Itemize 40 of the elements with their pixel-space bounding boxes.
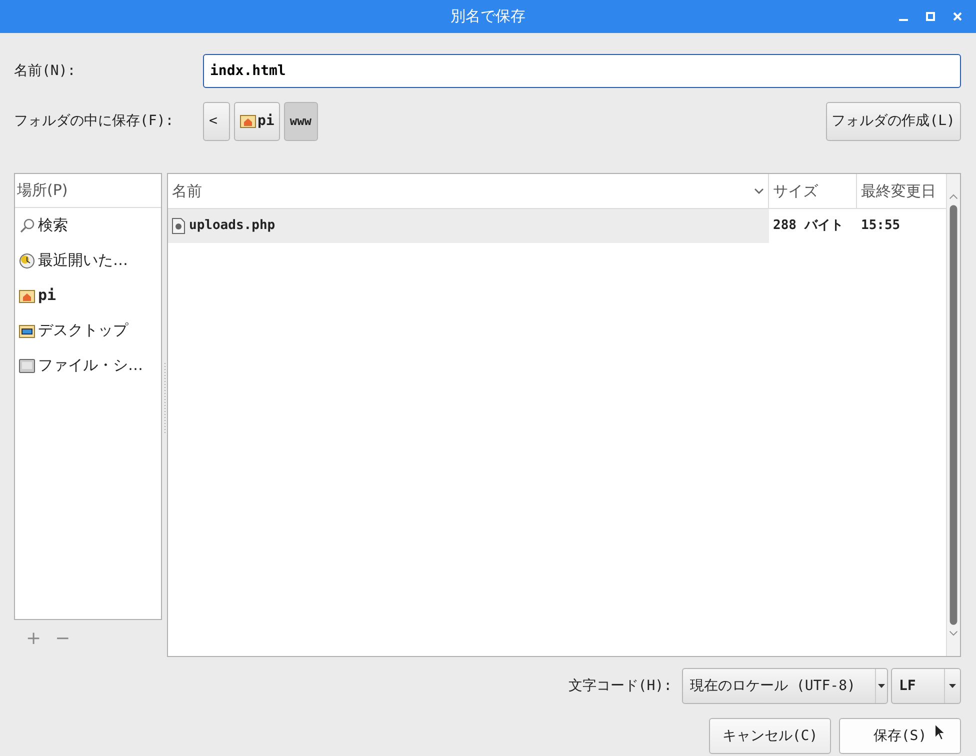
column-header[interactable]: 最終変更日	[857, 174, 946, 208]
drive-icon	[19, 358, 35, 372]
places-header: 場所(P)	[17, 180, 68, 202]
close-icon[interactable]	[953, 12, 962, 21]
save-button[interactable]: 保存(S)	[839, 718, 961, 754]
folder-label: フォルダの中に保存(F):	[14, 112, 175, 130]
path-button[interactable]: www	[284, 102, 318, 140]
mouse-cursor-icon	[934, 723, 946, 741]
home-folder-icon	[19, 288, 35, 302]
create-folder-button[interactable]: フォルダの作成(L)	[826, 102, 961, 140]
column-header[interactable]: サイズ	[769, 174, 857, 208]
desktop-folder-icon	[19, 324, 35, 338]
file-icon	[172, 218, 185, 234]
splitter-handle-icon[interactable]	[164, 363, 166, 433]
back-button[interactable]: <	[203, 102, 230, 140]
window-title: 別名で保存	[450, 6, 526, 28]
encoding-label: 文字コード(H):	[568, 676, 672, 696]
maximize-icon[interactable]	[926, 12, 935, 21]
place-item[interactable]: デスクトップ	[15, 313, 161, 348]
place-item[interactable]: 検索	[15, 208, 161, 243]
line-ending-dropdown[interactable]: LF	[891, 668, 961, 704]
home-folder-icon	[240, 114, 256, 128]
path-button[interactable]: pi	[234, 102, 280, 140]
sort-caret-icon	[754, 188, 764, 194]
clock-icon	[19, 252, 35, 268]
file-cell: uploads.php	[168, 209, 769, 243]
search-icon	[19, 218, 35, 234]
place-item[interactable]: pi	[15, 278, 161, 313]
place-item[interactable]: 最近開いた…	[15, 243, 161, 278]
caret-icon	[878, 684, 885, 688]
encoding-dropdown[interactable]: 現在のロケール (UTF-8)	[682, 668, 888, 704]
cancel-button[interactable]: キャンセル(C)	[709, 718, 831, 754]
column-header[interactable]: 名前	[168, 174, 769, 208]
filename-field[interactable]: indx.html	[203, 54, 961, 88]
scrollbar[interactable]	[946, 174, 960, 656]
place-item[interactable]: ファイル・シ…	[15, 348, 161, 383]
name-label: 名前(N):	[14, 62, 77, 80]
caret-icon	[949, 684, 956, 688]
file-cell-text: 288 バイト	[772, 217, 844, 236]
file-cell-text: 15:55	[860, 217, 902, 236]
